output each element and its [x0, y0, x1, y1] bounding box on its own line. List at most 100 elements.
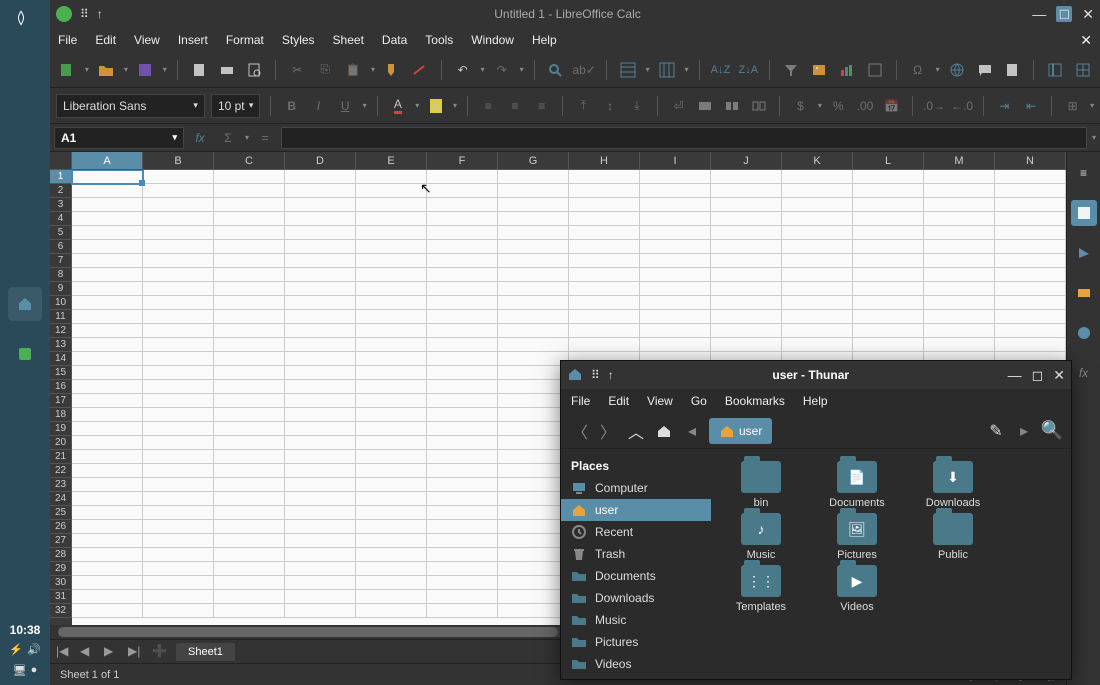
cell[interactable]: [569, 184, 640, 198]
bold-button[interactable]: B: [281, 94, 302, 118]
headers-footers-button[interactable]: [1001, 58, 1023, 82]
cell[interactable]: [498, 310, 569, 324]
pin-icon[interactable]: ↑: [608, 368, 614, 382]
row-header[interactable]: 27: [50, 534, 72, 548]
cell[interactable]: [214, 534, 285, 548]
cell[interactable]: [143, 506, 214, 520]
equals-button[interactable]: =: [253, 126, 277, 150]
cell[interactable]: [72, 296, 143, 310]
search-button[interactable]: 🔍: [1041, 420, 1063, 442]
cell[interactable]: [427, 408, 498, 422]
sidebar-properties-button[interactable]: [1071, 200, 1097, 226]
cell[interactable]: [498, 324, 569, 338]
cell[interactable]: [143, 562, 214, 576]
folder-documents[interactable]: 📄Documents: [819, 461, 895, 509]
cell[interactable]: [285, 338, 356, 352]
increase-indent-button[interactable]: ⇥: [994, 94, 1015, 118]
cell[interactable]: [640, 170, 711, 184]
thunar-menu-go[interactable]: Go: [691, 394, 707, 408]
cell[interactable]: [214, 296, 285, 310]
cell[interactable]: [143, 394, 214, 408]
cell[interactable]: [356, 604, 427, 618]
cell[interactable]: [143, 184, 214, 198]
nav-back-button[interactable]: 〈: [569, 420, 591, 442]
sidebar-item-bin[interactable]: bin: [561, 675, 711, 679]
cell[interactable]: [853, 296, 924, 310]
row-header[interactable]: 12: [50, 324, 72, 338]
cell[interactable]: [356, 324, 427, 338]
drag-handle-icon[interactable]: ⠿: [80, 7, 89, 21]
cell[interactable]: [427, 548, 498, 562]
cell[interactable]: [498, 450, 569, 464]
cell[interactable]: [711, 268, 782, 282]
cell[interactable]: [72, 352, 143, 366]
cell[interactable]: [995, 226, 1066, 240]
cell[interactable]: [427, 506, 498, 520]
cell[interactable]: [498, 170, 569, 184]
menu-view[interactable]: View: [134, 33, 160, 47]
clear-formatting-button[interactable]: [409, 58, 431, 82]
row-header[interactable]: 15: [50, 366, 72, 380]
cell[interactable]: [143, 408, 214, 422]
cell[interactable]: [285, 184, 356, 198]
cell[interactable]: [640, 324, 711, 338]
cell[interactable]: [711, 338, 782, 352]
menu-edit[interactable]: Edit: [95, 33, 116, 47]
cell[interactable]: [285, 212, 356, 226]
cell[interactable]: [569, 240, 640, 254]
cell[interactable]: [214, 170, 285, 184]
cell[interactable]: [640, 338, 711, 352]
cell[interactable]: [427, 254, 498, 268]
cell[interactable]: [427, 520, 498, 534]
pivot-button[interactable]: [864, 58, 886, 82]
cell[interactable]: [214, 548, 285, 562]
cell[interactable]: [72, 590, 143, 604]
tab-last-button[interactable]: ▶|: [128, 644, 144, 660]
cell[interactable]: [711, 184, 782, 198]
formula-expand-button[interactable]: ▾: [1092, 133, 1096, 142]
cell[interactable]: [72, 492, 143, 506]
cell[interactable]: [498, 226, 569, 240]
row-header[interactable]: 28: [50, 548, 72, 562]
cell[interactable]: [427, 184, 498, 198]
cell[interactable]: [569, 198, 640, 212]
sort-desc-button[interactable]: Z↓A: [737, 58, 759, 82]
percent-button[interactable]: %: [828, 94, 849, 118]
row-header[interactable]: 9: [50, 282, 72, 296]
cell[interactable]: [285, 366, 356, 380]
cut-button[interactable]: ✂: [286, 58, 308, 82]
close-button[interactable]: ✕: [1082, 6, 1094, 23]
cell[interactable]: [356, 212, 427, 226]
row-header[interactable]: 8: [50, 268, 72, 282]
cell[interactable]: [214, 380, 285, 394]
cell[interactable]: [356, 352, 427, 366]
cell[interactable]: [711, 226, 782, 240]
cell[interactable]: [711, 170, 782, 184]
cell[interactable]: [640, 198, 711, 212]
cell[interactable]: [427, 450, 498, 464]
cell[interactable]: [498, 338, 569, 352]
align-left-button[interactable]: ≡: [478, 94, 499, 118]
column-header[interactable]: J: [711, 152, 782, 170]
highlight-color-button[interactable]: A: [425, 94, 446, 118]
add-sheet-button[interactable]: ➕: [152, 644, 168, 660]
cell[interactable]: [356, 450, 427, 464]
remove-decimal-button[interactable]: ←.0: [951, 94, 973, 118]
cell[interactable]: [995, 282, 1066, 296]
cell[interactable]: [782, 338, 853, 352]
cell[interactable]: [782, 212, 853, 226]
sidebar-gallery-button[interactable]: [1071, 280, 1097, 306]
align-right-button[interactable]: ≡: [531, 94, 552, 118]
special-char-button[interactable]: Ω: [907, 58, 929, 82]
cell[interactable]: [995, 296, 1066, 310]
cell[interactable]: [143, 534, 214, 548]
valign-top-button[interactable]: ⤒: [573, 94, 594, 118]
cell[interactable]: [72, 366, 143, 380]
decrease-indent-button[interactable]: ⇤: [1021, 94, 1042, 118]
cell[interactable]: [356, 380, 427, 394]
cell[interactable]: [285, 268, 356, 282]
thunar-maximize-button[interactable]: ◻: [1032, 367, 1044, 384]
maximize-button[interactable]: ◻: [1056, 6, 1072, 22]
cell[interactable]: [356, 576, 427, 590]
open-button[interactable]: [95, 58, 117, 82]
